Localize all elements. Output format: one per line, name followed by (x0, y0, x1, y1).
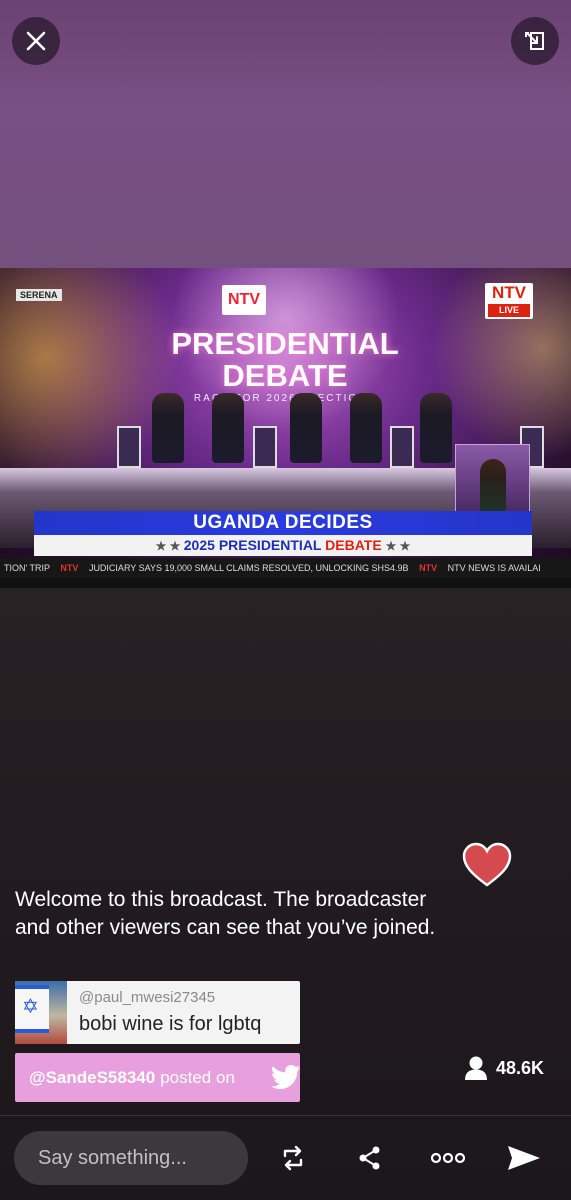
lower-third-title: UGANDA DECIDES (34, 511, 532, 535)
comment-text: bobi wine is for lgbtq (79, 1013, 262, 1035)
chat-comment[interactable]: ✡ @paul_mwesi27345 bobi wine is for lgbt… (15, 981, 300, 1044)
lower-third-subtitle: ★ ★ 2025 PRESIDENTIAL DEBATE ★ ★ (34, 535, 532, 556)
podium (253, 426, 277, 468)
candidate (290, 393, 322, 463)
star-of-david-icon: ✡ (22, 996, 39, 1018)
repost-button[interactable] (275, 1140, 311, 1176)
top-background (0, 0, 571, 270)
lower-third-mid: PRESIDENTIAL (218, 537, 322, 553)
candidate (350, 393, 382, 463)
ticker-item: NTV NEWS IS AVAILAI (447, 563, 541, 573)
close-icon (26, 31, 46, 51)
podium (390, 426, 414, 468)
avatar[interactable]: ✡ (15, 981, 67, 1044)
divider (0, 1115, 571, 1116)
video-bottom-edge (0, 578, 571, 588)
more-icon (430, 1152, 466, 1164)
debate-title: PRESIDENTIAL DEBATE (160, 328, 410, 392)
repost-icon (283, 1145, 303, 1171)
welcome-message: Welcome to this broadcast. The broadcast… (15, 888, 436, 939)
heart-icon (462, 842, 512, 887)
posted-on-banner[interactable]: @SandeS58340 posted on (15, 1053, 301, 1102)
podium (117, 426, 141, 468)
send-button[interactable] (506, 1140, 542, 1176)
debate-title-line1: PRESIDENTIAL (171, 326, 399, 361)
chat-input[interactable] (14, 1131, 248, 1185)
venue-tag: SERENA (16, 289, 62, 301)
ticker-item: JUDICIARY SAYS 19,000 SMALL CLAIMS RESOL… (88, 563, 409, 573)
channel-logo-text: NTV (492, 283, 526, 302)
sign-language-inset (455, 444, 530, 513)
posted-handle: @SandeS58340 (29, 1067, 156, 1087)
twitter-icon (271, 1065, 301, 1089)
close-button[interactable] (12, 17, 60, 65)
lower-third-year: 2025 (183, 537, 215, 553)
ticker-item: TION' TRIP (4, 563, 50, 573)
ticker-separator: NTV (60, 563, 79, 573)
posted-text: posted on (160, 1067, 235, 1087)
live-badge: LIVE (488, 304, 530, 317)
lower-third: UGANDA DECIDES ★ ★ 2025 PRESIDENTIAL DEB… (34, 511, 532, 556)
share-icon (359, 1146, 380, 1170)
ticker-separator: NTV (419, 563, 438, 573)
share-button[interactable] (352, 1140, 388, 1176)
minimize-icon (525, 32, 544, 50)
viewer-count-value: 48.6K (496, 1057, 545, 1078)
debate-title-line2: DEBATE (222, 358, 348, 393)
comment-username[interactable]: @paul_mwesi27345 (79, 989, 261, 1007)
more-options-button[interactable] (430, 1140, 466, 1176)
minimize-button[interactable] (511, 17, 559, 65)
candidate (212, 393, 244, 463)
sign-language-interpreter (480, 459, 506, 513)
lower-third-end: DEBATE (325, 537, 382, 553)
viewer-count: 48.6K (464, 1053, 544, 1083)
send-icon (508, 1146, 540, 1170)
video-player[interactable]: SERENA NTV NTV LIVE PRESIDENTIAL DEBATE … (0, 268, 571, 588)
person-icon (465, 1056, 487, 1080)
candidate (420, 393, 452, 463)
stage-ntv-logo: NTV (222, 285, 266, 315)
news-ticker: TION' TRIP NTV JUDICIARY SAYS 19,000 SMA… (0, 558, 571, 578)
channel-logo: NTV LIVE (485, 283, 533, 319)
candidate (152, 393, 184, 463)
like-heart[interactable] (462, 842, 512, 888)
